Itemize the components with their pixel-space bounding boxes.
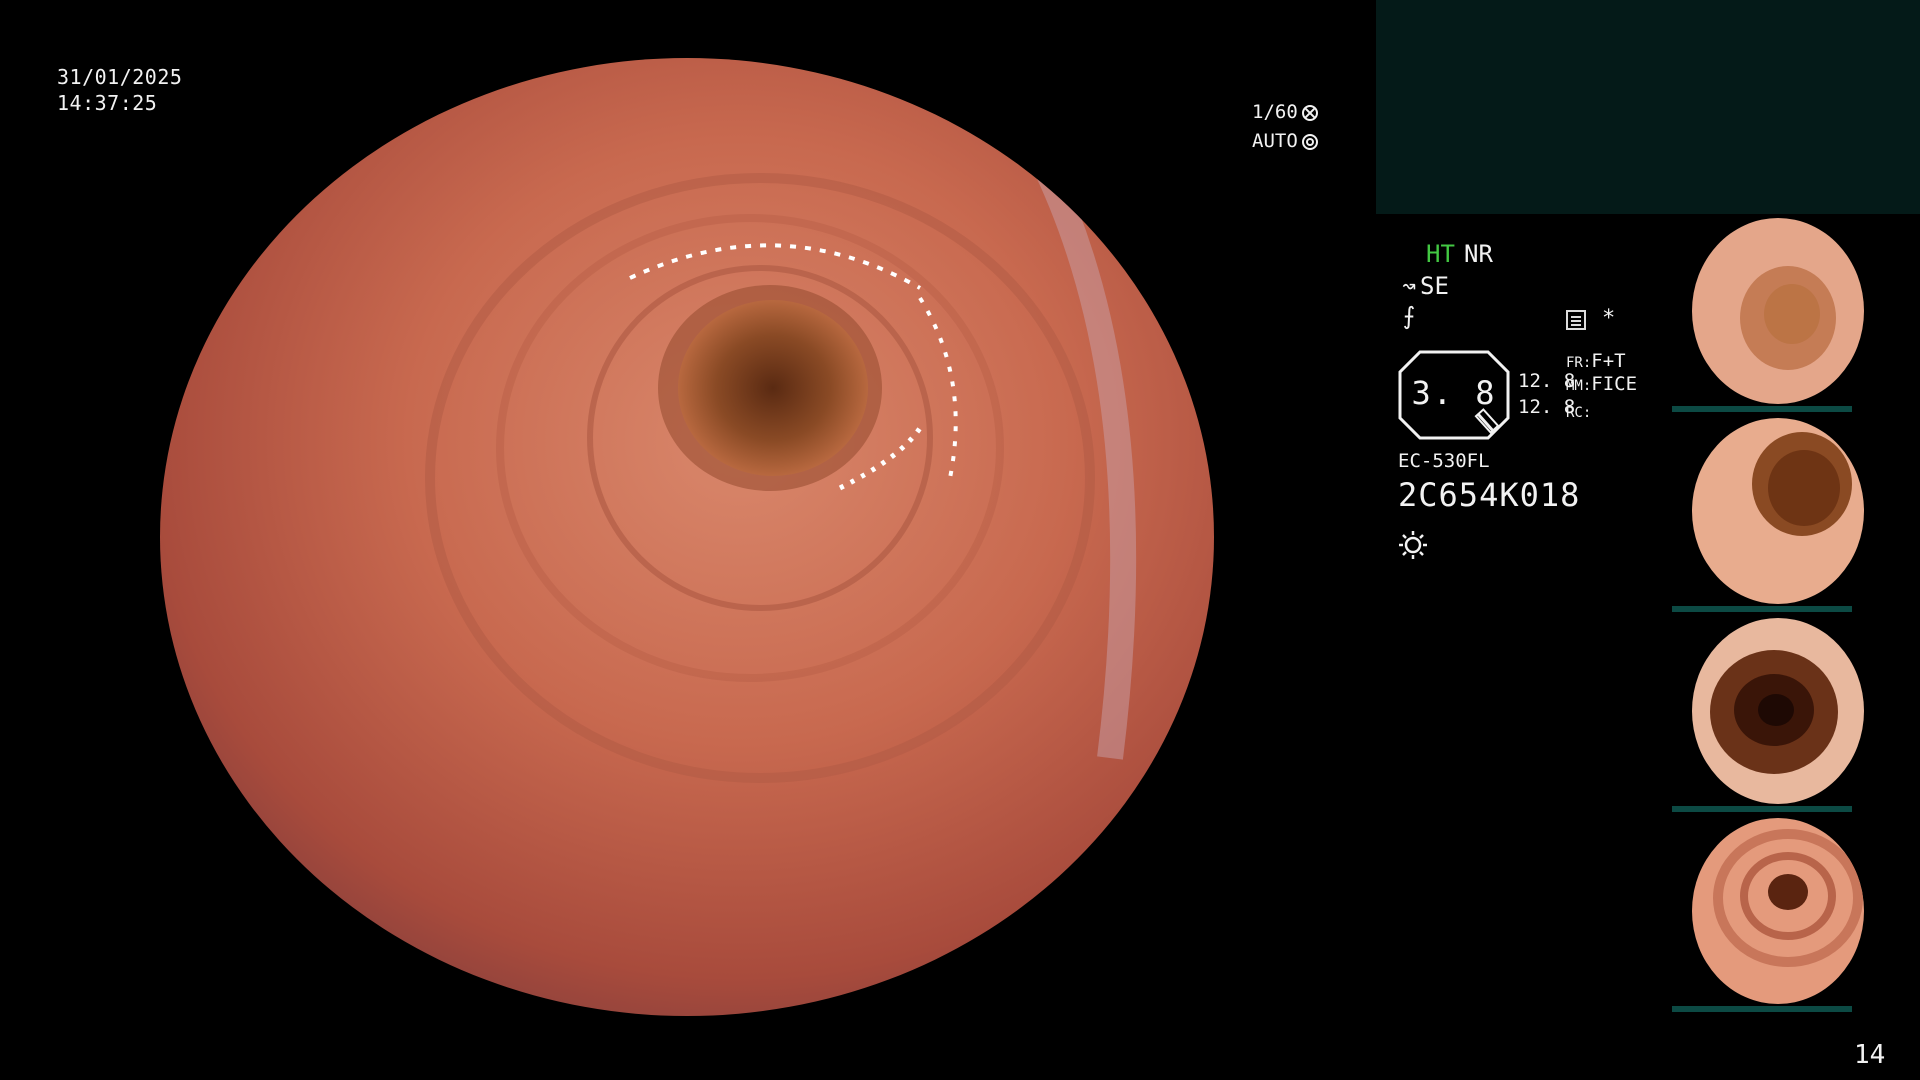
endoscopic-view xyxy=(160,58,1214,1016)
thumbnail-3[interactable] xyxy=(1670,616,1920,812)
top-info-panel xyxy=(1376,0,1920,214)
thumbnail-4[interactable] xyxy=(1670,816,1920,1012)
mm-value: FICE xyxy=(1591,373,1638,395)
scope-model: EC-530FL xyxy=(1398,450,1490,472)
enhancement-line: ↝ SE xyxy=(1398,272,1449,300)
fr-setting: FR:F+T xyxy=(1566,350,1626,372)
thumbnail-bar xyxy=(1672,806,1852,812)
exam-date: 31/01/2025 xyxy=(57,65,183,89)
mm-label: MM: xyxy=(1566,378,1592,394)
structure-icon: ⨍ xyxy=(1402,302,1416,330)
rc-label: RC: xyxy=(1566,405,1592,421)
page-number: 14 xyxy=(1854,1040,1886,1070)
zoom-value: 3. 8 xyxy=(1411,374,1497,412)
exam-time: 14:37:25 xyxy=(57,91,158,115)
shutter-speed: 1/60 xyxy=(1252,101,1298,123)
thumbnail-image xyxy=(1692,618,1864,804)
structure-line: ⨍ xyxy=(1398,302,1420,330)
thumbnail-bar xyxy=(1672,406,1852,412)
thumbnail-image xyxy=(1692,218,1864,404)
light-icon xyxy=(1399,531,1427,559)
shutter-row: 1/60 xyxy=(1252,98,1318,127)
mm-setting: MM:FICE xyxy=(1566,373,1637,395)
asterisk-mark: * xyxy=(1602,306,1616,331)
scope-serial: 2C654K018 xyxy=(1398,476,1581,514)
iris-row: AUTO xyxy=(1252,127,1318,156)
ht-mode: HT xyxy=(1426,240,1455,268)
enhancement-mode: SE xyxy=(1420,272,1449,300)
thumbnail-2[interactable] xyxy=(1670,416,1920,612)
record-icon xyxy=(1566,310,1586,330)
thumbnail-bar xyxy=(1672,606,1852,612)
scope-info-panel: HT NR ↝ SE ⨍ * 3. 8 12. 8 12. 8 FR:F+T MM… xyxy=(1398,240,1668,570)
thumbnail-1[interactable] xyxy=(1670,216,1920,412)
thumbnail-image xyxy=(1692,418,1864,604)
rc-setting: RC: xyxy=(1566,400,1591,422)
iris-mode: AUTO xyxy=(1252,130,1298,152)
nr-mode: NR xyxy=(1464,240,1493,268)
date-time-overlay: 31/01/2025 14:37:25 xyxy=(57,64,182,116)
shutter-icon xyxy=(1301,104,1318,121)
thumbnail-image xyxy=(1692,818,1864,1004)
iris-icon xyxy=(1301,133,1318,150)
enhancement-icon: ↝ xyxy=(1401,272,1417,300)
fr-label: FR: xyxy=(1566,355,1592,371)
exposure-readout: 1/60 AUTO xyxy=(1252,98,1318,156)
fr-value: F+T xyxy=(1591,350,1626,372)
endoscopic-image xyxy=(160,58,1214,1016)
thumbnail-bar xyxy=(1672,1006,1852,1012)
